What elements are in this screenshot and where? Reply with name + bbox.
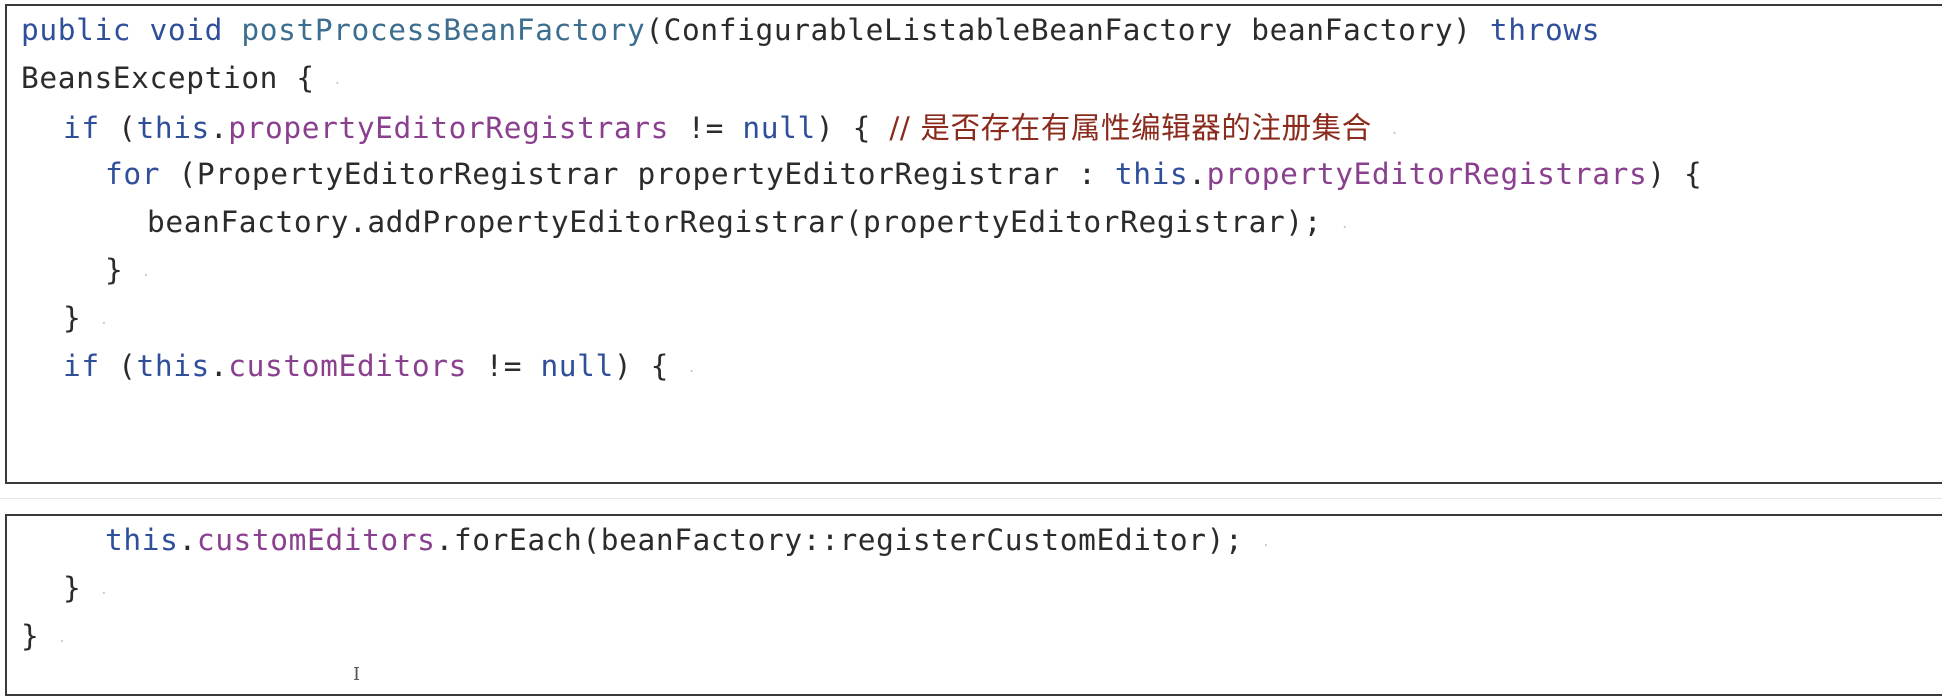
field-property-editor-registrars: propertyEditorRegistrars <box>1206 157 1648 191</box>
code-text: (PropertyEditorRegistrar propertyEditorR… <box>160 157 1115 191</box>
paragraph-mark: · <box>99 316 109 332</box>
code-text: . <box>178 523 197 557</box>
code-text: BeansException { <box>21 61 315 95</box>
keyword-throws: throws <box>1489 13 1601 47</box>
keyword-null: null <box>540 349 614 383</box>
code-text: != <box>668 111 743 145</box>
code-block-top[interactable]: public void postProcessBeanFactory(Confi… <box>5 4 1942 484</box>
code-line-for-each: this.customEditors.forEach(beanFactory::… <box>105 522 1271 564</box>
keyword-this: this <box>1114 157 1189 191</box>
code-line-add-registrar: beanFactory.addPropertyEditorRegistrar(p… <box>147 204 1349 246</box>
code-line-signature: public void postProcessBeanFactory(Confi… <box>21 12 1600 48</box>
method-name: postProcessBeanFactory <box>241 13 646 47</box>
code-text: . <box>209 111 229 145</box>
keyword-this: this <box>105 523 179 557</box>
method-params: (ConfigurableListableBeanFactory beanFac… <box>645 13 1472 47</box>
paragraph-mark: · <box>57 634 67 650</box>
code-text: ( <box>99 111 137 145</box>
paragraph-mark: · <box>1390 126 1400 142</box>
code-block-bottom[interactable]: this.customEditors.forEach(beanFactory::… <box>5 514 1942 696</box>
field-custom-editors: customEditors <box>196 523 436 557</box>
keyword-if: if <box>63 349 100 383</box>
paragraph-mark: · <box>1261 538 1271 554</box>
code-comment: // 是否存在有属性编辑器的注册集合 <box>889 111 1372 145</box>
code-text: } <box>63 571 82 605</box>
keyword-for: for <box>105 157 161 191</box>
keyword-this: this <box>136 111 210 145</box>
keyword-void: void <box>149 13 223 47</box>
code-line-if-custom-editors: if (this.customEditors != null) { · <box>63 348 696 390</box>
code-text: } <box>21 619 40 653</box>
code-text: . <box>1188 157 1207 191</box>
keyword-this: this <box>136 349 210 383</box>
code-text: . <box>209 349 229 383</box>
field-custom-editors: customEditors <box>228 349 467 383</box>
code-text: != <box>466 349 541 383</box>
keyword-null: null <box>742 111 816 145</box>
paragraph-mark: · <box>141 268 151 284</box>
paragraph-mark: · <box>333 76 343 92</box>
code-text: } <box>63 301 82 335</box>
field-property-editor-registrars: propertyEditorRegistrars <box>228 111 669 145</box>
code-text: beanFactory.addPropertyEditorRegistrar(p… <box>147 205 1323 239</box>
keyword-if: if <box>63 111 100 145</box>
paragraph-mark: · <box>687 364 697 380</box>
paragraph-mark: · <box>1340 220 1350 236</box>
code-text: .forEach(beanFactory::registerCustomEdit… <box>435 523 1244 557</box>
code-line-close-method: } · <box>21 618 67 660</box>
code-line-if-registrars: if (this.propertyEditorRegistrars != nul… <box>63 110 1399 152</box>
text-cursor-icon: I <box>353 664 361 685</box>
code-line-close-for: } · <box>105 252 151 294</box>
code-line-close-if: } · <box>63 300 109 342</box>
code-text: ) { <box>1647 157 1703 191</box>
code-line-beans-exception: BeansException { · <box>21 60 342 102</box>
code-text: } <box>105 253 124 287</box>
section-divider <box>0 498 1942 499</box>
code-text: ) { <box>613 349 669 383</box>
keyword-public: public <box>21 13 132 47</box>
code-line-for-loop: for (PropertyEditorRegistrar propertyEdi… <box>105 156 1702 192</box>
code-text: ) { <box>815 111 890 145</box>
code-line-close-if-2: } · <box>63 570 109 612</box>
code-text: ( <box>99 349 137 383</box>
paragraph-mark: · <box>99 586 109 602</box>
